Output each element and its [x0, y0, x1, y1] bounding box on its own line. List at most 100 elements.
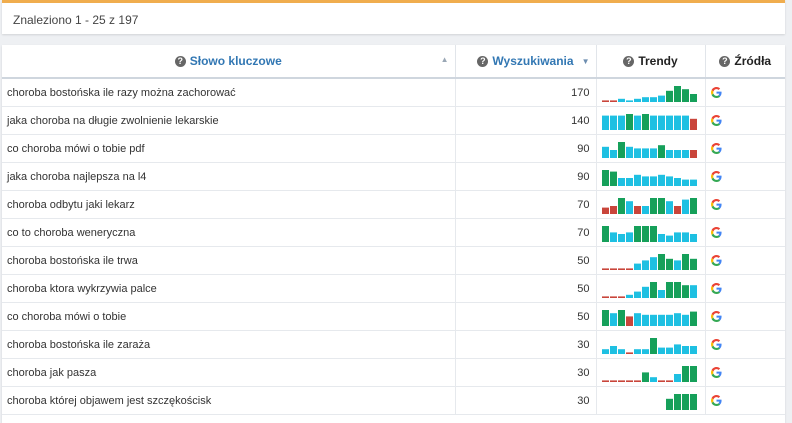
trend-bar	[689, 179, 697, 186]
trend-bar	[641, 205, 649, 214]
google-icon[interactable]	[710, 227, 722, 238]
trend-bar	[673, 205, 681, 214]
searches-cell: 50	[455, 246, 597, 275]
keyword-table-panel: ? Słowo kluczowe ▲ ? Wyszukiwania ▼ ? Trend…	[2, 45, 785, 423]
source-cell	[705, 78, 785, 107]
trend-cell	[596, 246, 706, 275]
trend-bar	[689, 258, 697, 270]
trend-bar	[609, 379, 617, 382]
table-row[interactable]: choroba której objawem jest szczękościsk…	[2, 386, 785, 415]
column-header-keyword[interactable]: ? Słowo kluczowe ▲	[2, 45, 456, 79]
keyword-cell[interactable]: co choroba mówi o tobie pdf	[2, 134, 456, 163]
trend-bar	[601, 146, 609, 158]
google-icon[interactable]	[710, 87, 722, 98]
google-icon[interactable]	[710, 199, 722, 210]
trend-sparkline	[601, 197, 697, 214]
table-row[interactable]: choroba odbytu jaki lekarz 70	[2, 190, 785, 219]
info-icon[interactable]: ?	[719, 56, 731, 67]
trend-bar	[665, 347, 673, 354]
trend-bar	[625, 294, 633, 298]
google-icon[interactable]	[710, 339, 722, 350]
trend-bar	[673, 231, 681, 242]
google-icon[interactable]	[710, 143, 722, 154]
keyword-cell[interactable]: choroba odbytu jaki lekarz	[2, 190, 456, 219]
table-row[interactable]: choroba ktora wykrzywia palce 50	[2, 274, 785, 303]
trend-bar	[617, 295, 625, 298]
trend-cell	[596, 358, 706, 387]
sort-desc-icon: ▼	[581, 57, 590, 66]
searches-cell: 30	[455, 330, 597, 359]
trend-bar	[633, 205, 641, 214]
keyword-cell[interactable]: co choroba mówi o tobie	[2, 302, 456, 331]
searches-cell: 70	[455, 190, 597, 219]
google-icon[interactable]	[710, 311, 722, 322]
trend-sparkline	[601, 281, 697, 298]
column-header-trends: ? Trendy	[596, 45, 706, 79]
google-icon[interactable]	[710, 367, 722, 378]
keyword-cell[interactable]: choroba której objawem jest szczękościsk	[2, 386, 456, 415]
table-row[interactable]: jaka choroba najlepsza na l4 90	[2, 162, 785, 191]
trend-sparkline	[601, 365, 697, 382]
trend-bar	[689, 233, 697, 242]
keyword-cell[interactable]: co to choroba weneryczna	[2, 218, 456, 247]
source-cell	[705, 302, 785, 331]
info-icon[interactable]: ?	[174, 56, 186, 67]
table-row[interactable]: co to choroba weneryczna 70	[2, 218, 785, 247]
trend-bar	[641, 175, 649, 186]
trend-bar	[649, 225, 657, 242]
trend-bar	[689, 345, 697, 354]
table-row[interactable]: co choroba mówi o tobie 50	[2, 302, 785, 331]
trend-bar	[665, 379, 673, 382]
trend-bar	[689, 93, 697, 102]
trend-bar	[601, 309, 609, 326]
trend-bar	[665, 149, 673, 158]
column-header-searches-label: Wyszukiwania	[492, 54, 574, 68]
trend-bar	[633, 263, 641, 270]
source-cell	[705, 134, 785, 163]
table-row[interactable]: jaka choroba na długie zwolnienie lekars…	[2, 106, 785, 135]
trend-bar	[601, 225, 609, 242]
trend-bar	[633, 348, 641, 354]
trend-bar	[633, 115, 641, 130]
table-row[interactable]: choroba bostońska ile zaraża 30	[2, 330, 785, 359]
trend-bar	[673, 85, 681, 102]
trend-bar	[657, 115, 665, 130]
trend-bar	[617, 309, 625, 326]
trend-sparkline	[601, 169, 697, 186]
trend-bar	[673, 312, 681, 326]
trend-bar	[649, 337, 657, 354]
trend-bar	[681, 115, 689, 130]
keyword-cell[interactable]: choroba bostońska ile zaraża	[2, 330, 456, 359]
keyword-cell[interactable]: jaka choroba najlepsza na l4	[2, 162, 456, 191]
trend-bar	[681, 314, 689, 326]
google-icon[interactable]	[710, 395, 722, 406]
google-icon[interactable]	[710, 115, 722, 126]
results-summary-panel: Znaleziono 1 - 25 z 197	[2, 0, 785, 34]
google-icon[interactable]	[710, 283, 722, 294]
keyword-cell[interactable]: choroba bostońska ile trwa	[2, 246, 456, 275]
trend-bar	[641, 147, 649, 158]
table-row[interactable]: choroba bostońska ile razy można zachoro…	[2, 78, 785, 107]
info-icon[interactable]: ?	[477, 56, 489, 67]
trend-bar	[673, 115, 681, 130]
google-icon[interactable]	[710, 255, 722, 266]
google-icon[interactable]	[710, 171, 722, 182]
column-header-searches[interactable]: ? Wyszukiwania ▼	[455, 45, 597, 79]
searches-cell: 170	[455, 78, 597, 107]
trend-bar	[633, 147, 641, 158]
info-icon[interactable]: ?	[623, 56, 635, 67]
results-summary: Znaleziono 1 - 25 z 197	[13, 13, 139, 27]
table-row[interactable]: choroba jak pasza 30	[2, 358, 785, 387]
keyword-cell[interactable]: choroba ktora wykrzywia palce	[2, 274, 456, 303]
source-cell	[705, 190, 785, 219]
keyword-cell[interactable]: choroba bostońska ile razy można zachoro…	[2, 78, 456, 107]
trend-bar	[657, 144, 665, 158]
table-row[interactable]: co choroba mówi o tobie pdf 90	[2, 134, 785, 163]
trend-bar	[649, 376, 657, 382]
trend-bar	[689, 393, 697, 410]
keyword-cell[interactable]: choroba jak pasza	[2, 358, 456, 387]
keyword-cell[interactable]: jaka choroba na długie zwolnienie lekars…	[2, 106, 456, 135]
table-row[interactable]: choroba bostońska ile trwa 50	[2, 246, 785, 275]
trend-bar	[673, 393, 681, 410]
trend-bar	[649, 281, 657, 298]
